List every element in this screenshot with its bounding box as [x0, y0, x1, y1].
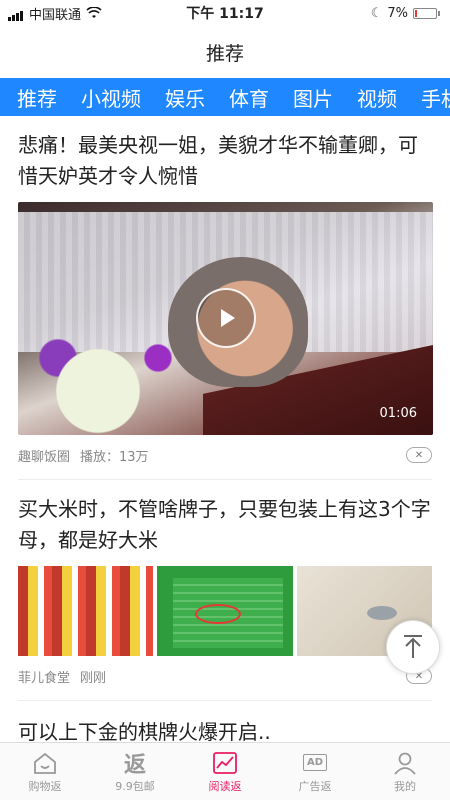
chart-icon — [210, 750, 240, 776]
video-thumbnail[interactable]: 01:06 — [18, 202, 433, 435]
tab-recommend[interactable]: 推荐 — [16, 83, 58, 116]
nav-label: 购物返 — [28, 779, 62, 793]
status-right: ☾ 7% — [371, 6, 440, 21]
battery-percent: 7% — [387, 5, 408, 21]
bottom-navigation: 购物返 返 9.9包邮 阅读返 AD 广告返 我的 — [0, 742, 450, 800]
article-time: 刚刚 — [80, 670, 107, 686]
rice-bags-image[interactable] — [18, 566, 154, 656]
tab-phone[interactable]: 手机 — [420, 83, 450, 112]
dismiss-icon[interactable]: ✕ — [406, 447, 432, 463]
scroll-top-button[interactable] — [386, 620, 440, 674]
home-icon — [30, 750, 60, 776]
ad-icon: AD — [300, 750, 330, 776]
tab-sports[interactable]: 体育 — [228, 83, 270, 112]
nav-label: 阅读返 — [208, 779, 242, 793]
nav-reading[interactable]: 阅读返 — [180, 743, 270, 800]
battery-icon — [413, 7, 437, 19]
tab-video[interactable]: 视频 — [356, 83, 398, 112]
page-title: 推荐 — [205, 42, 244, 65]
nav-free-shipping[interactable]: 返 9.9包邮 — [90, 743, 180, 800]
article-headline[interactable]: 买大米时，不管啥牌子，只要包装上有这3个字母，都是好大米 — [18, 494, 432, 556]
tab-entertainment[interactable]: 娱乐 — [164, 83, 206, 112]
rice-label-image[interactable] — [157, 566, 293, 656]
video-duration: 01:06 — [379, 406, 417, 421]
feed-item-video[interactable]: 悲痛！最美央视一姐，美貌才华不输董卿，可惜天妒英才令人惋惜 01:06 趣聊饭圈… — [0, 116, 450, 480]
nav-label: 广告返 — [298, 779, 332, 793]
news-feed: 悲痛！最美央视一姐，美貌才华不输董卿，可惜天妒英才令人惋惜 01:06 趣聊饭圈… — [0, 116, 450, 748]
feed-item-ad[interactable]: 可以上下金的棋牌火爆开启.. — [0, 701, 450, 748]
arrow-up-icon — [404, 635, 422, 658]
article-source: 趣聊饭圈 — [18, 449, 71, 465]
nav-ads[interactable]: AD 广告返 — [270, 743, 360, 800]
tab-short-video[interactable]: 小视频 — [80, 83, 142, 112]
moon-icon: ☾ — [370, 5, 383, 21]
nav-label: 我的 — [394, 779, 416, 793]
image-thumbnails[interactable] — [18, 566, 432, 656]
fan-icon: 返 — [123, 752, 146, 778]
article-headline[interactable]: 悲痛！最美央视一姐，美貌才华不输董卿，可惜天妒英才令人惋惜 — [18, 130, 432, 192]
status-bar: 中国联通 下午 11:17 ☾ 7% — [0, 0, 450, 26]
article-meta: 趣聊饭圈 播放：13万 ✕ — [18, 435, 432, 475]
category-tabs: 推荐 小视频 娱乐 体育 图片 视频 手机 — [0, 78, 450, 116]
play-count: 播放：13万 — [80, 449, 149, 465]
nav-profile[interactable]: 我的 — [360, 743, 450, 800]
user-icon — [390, 750, 420, 776]
tab-pictures[interactable]: 图片 — [292, 83, 334, 112]
feed-item-gallery[interactable]: 买大米时，不管啥牌子，只要包装上有这3个字母，都是好大米 菲儿食堂 刚刚 ✕ — [0, 480, 450, 701]
article-meta: 菲儿食堂 刚刚 ✕ — [18, 656, 432, 696]
nav-shopping[interactable]: 购物返 — [0, 743, 90, 800]
article-source: 菲儿食堂 — [18, 670, 71, 686]
play-icon[interactable] — [196, 288, 256, 348]
nav-label: 9.9包邮 — [115, 779, 155, 793]
